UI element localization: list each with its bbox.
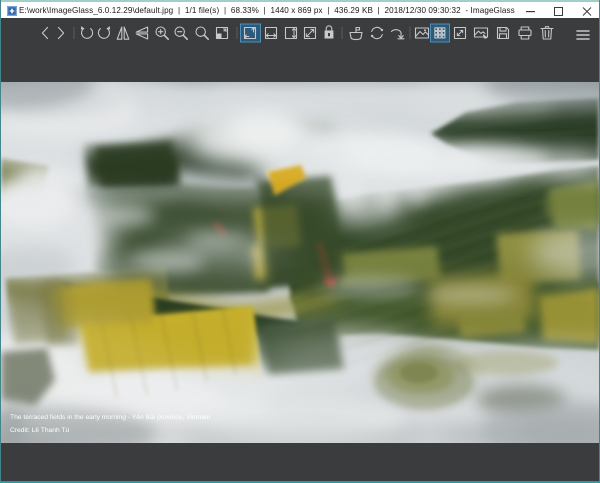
svg-text:Credit: Lê Thanh Tú: Credit: Lê Thanh Tú xyxy=(10,427,70,434)
svg-text:The terraced fields in the ear: The terraced fields in the early morning… xyxy=(10,414,211,421)
